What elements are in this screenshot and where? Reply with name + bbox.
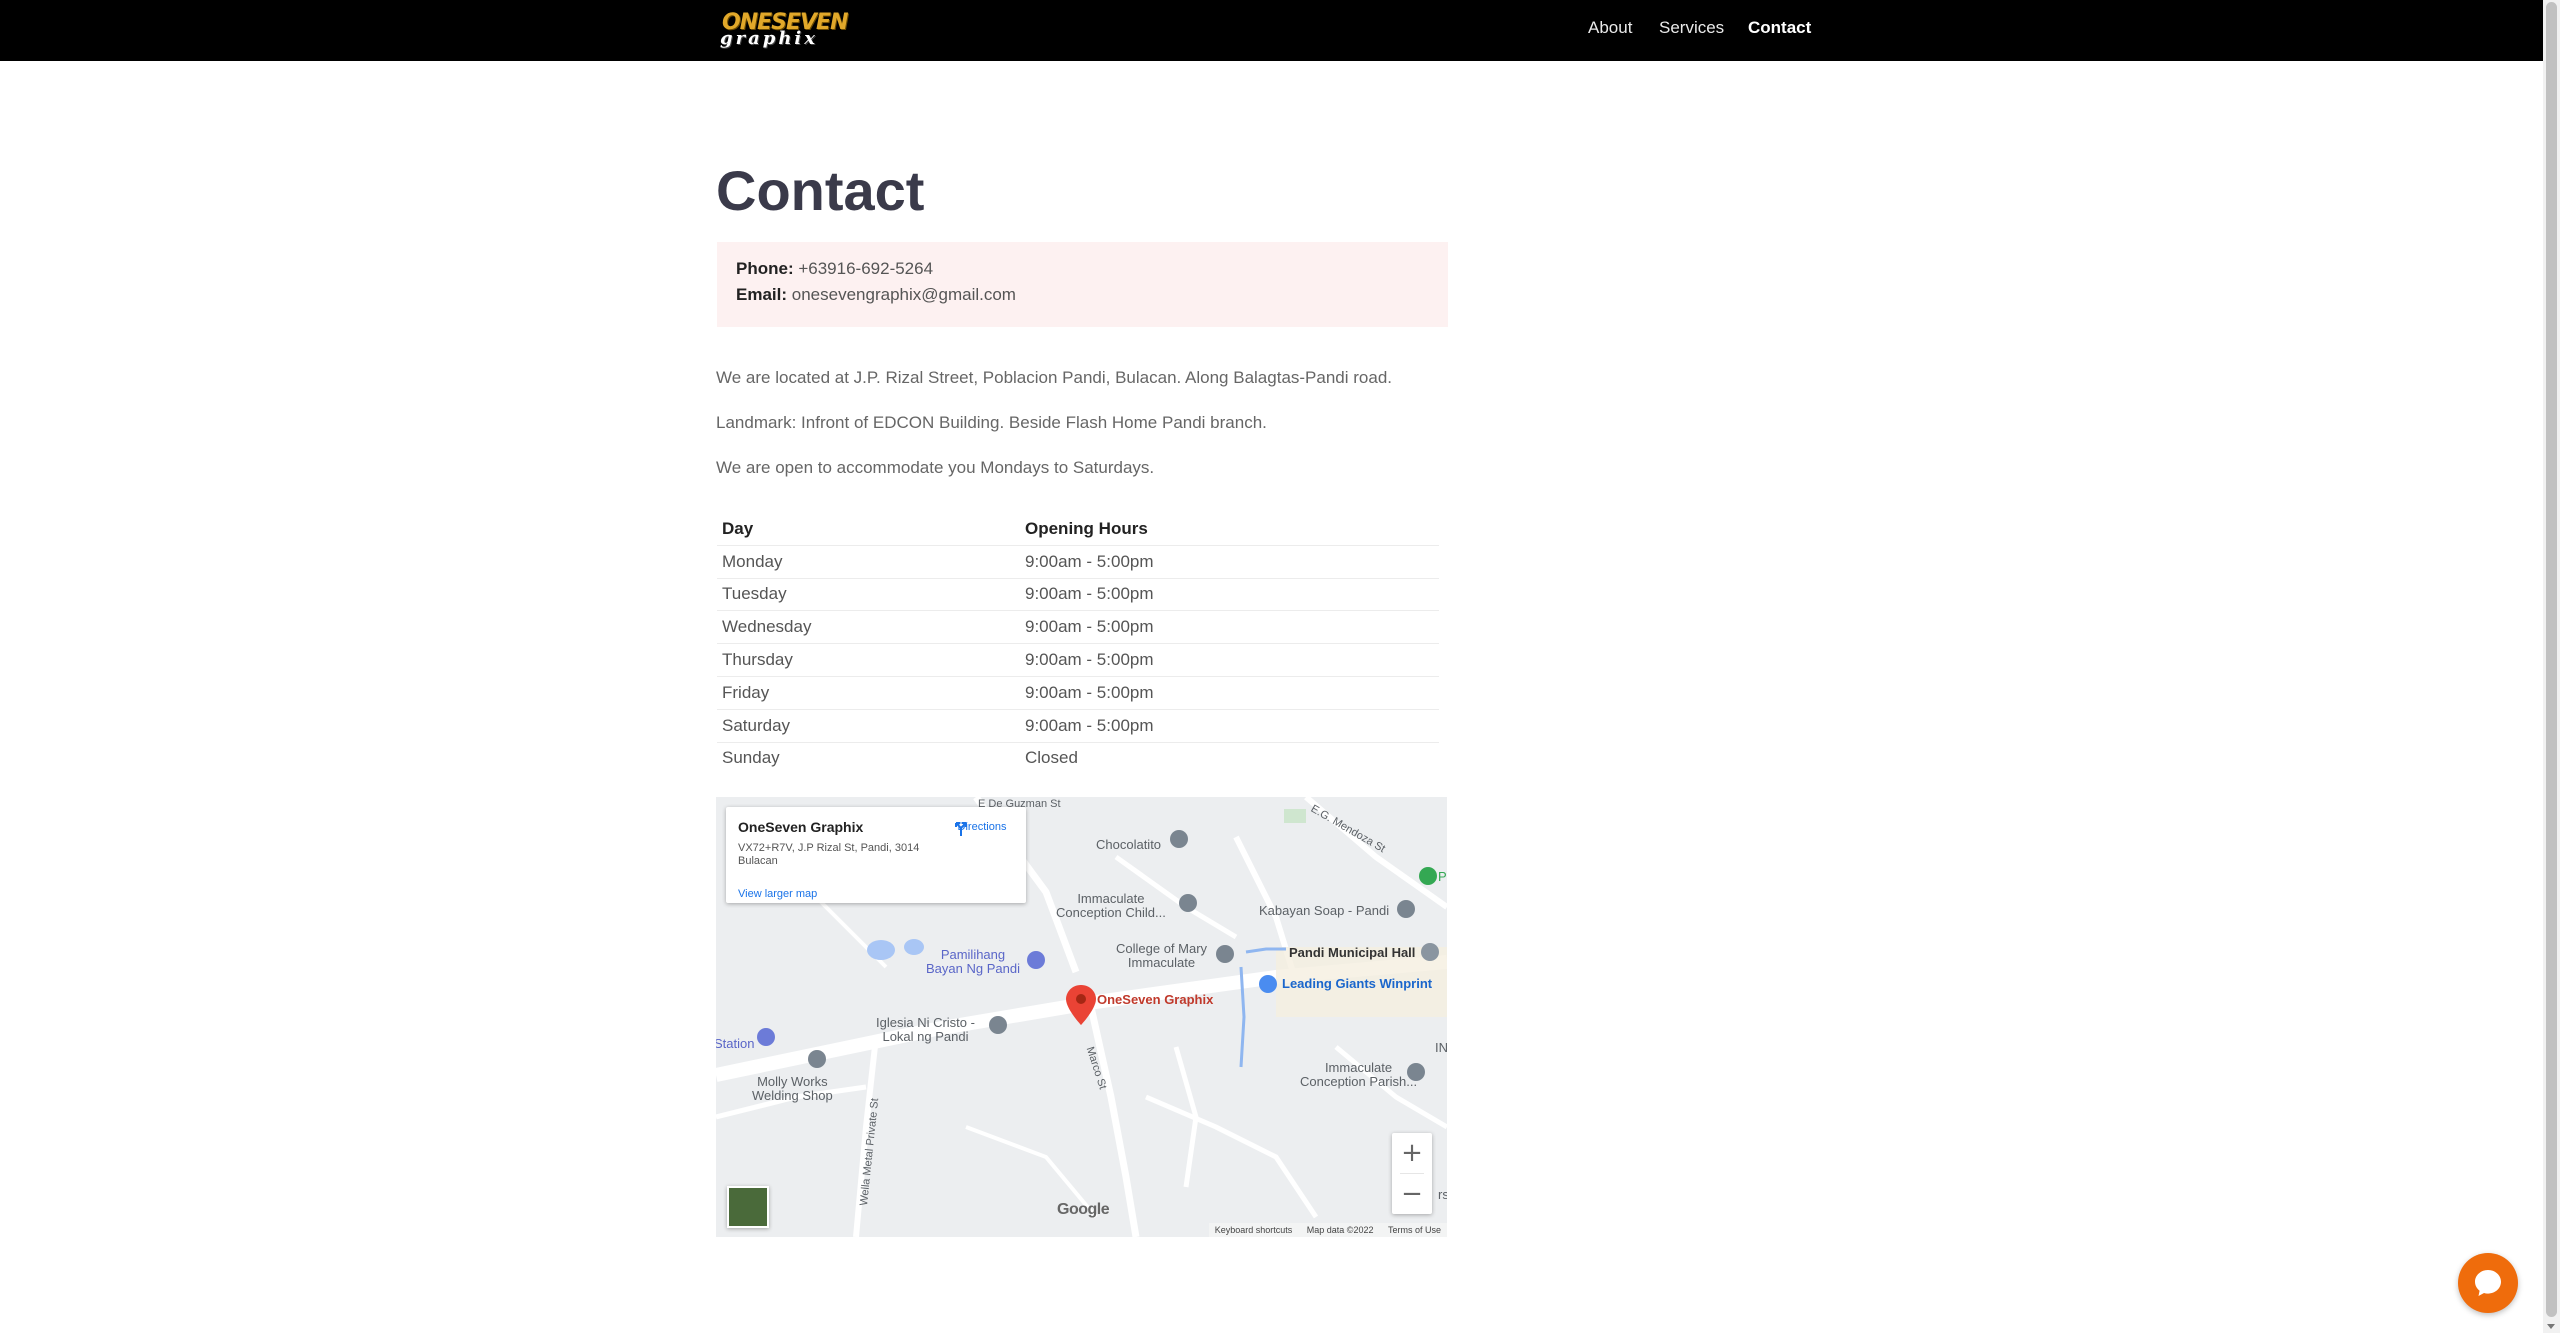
satellite-thumbnail[interactable] bbox=[727, 1186, 769, 1228]
scroll-down-arrow-icon[interactable] bbox=[2547, 1324, 2555, 1329]
schedule-paragraph: We are open to accommodate you Mondays t… bbox=[716, 458, 1155, 477]
map-label-line: Immaculate bbox=[1324, 1060, 1393, 1075]
map-label-immaculate-child[interactable]: Immaculate Conception Child... bbox=[1056, 892, 1166, 920]
map-label-line: Molly Works bbox=[757, 1074, 828, 1089]
table-row: Sunday Closed bbox=[717, 741, 1439, 775]
top-navbar: ONESEVEN graphix About Services Contact bbox=[0, 0, 2543, 61]
phone-value[interactable]: +63916-692-5264 bbox=[798, 259, 933, 278]
day-cell: Saturday bbox=[717, 708, 1020, 743]
chat-icon bbox=[2475, 1270, 2501, 1296]
day-cell: Wednesday bbox=[717, 610, 1020, 644]
map-label-line: College of Mary bbox=[1116, 941, 1208, 956]
location-paragraph: We are located at J.P. Rizal Street, Pob… bbox=[716, 368, 1393, 387]
table-row: Tuesday 9:00am - 5:00pm bbox=[717, 577, 1439, 611]
zoom-out-button[interactable]: − bbox=[1392, 1174, 1432, 1214]
email-label: Email: bbox=[736, 285, 788, 304]
view-larger-map-link[interactable]: View larger map bbox=[738, 888, 817, 900]
hours-cell: 9:00am - 5:00pm bbox=[1020, 643, 1439, 677]
landmark-paragraph: Landmark: Infront of EDCON Building. Bes… bbox=[716, 413, 1267, 432]
table-row: Monday 9:00am - 5:00pm bbox=[717, 544, 1439, 579]
map-data-label: Map data ©2022 bbox=[1306, 1225, 1374, 1235]
nav-contact[interactable]: Contact bbox=[1748, 18, 1811, 38]
table-row: Thursday 9:00am - 5:00pm bbox=[717, 643, 1439, 677]
column-header-hours: Opening Hours bbox=[1025, 518, 1148, 538]
map-label-edge: rs bbox=[1438, 1187, 1447, 1202]
nav-services[interactable]: Services bbox=[1659, 18, 1724, 38]
opening-hours-table: Day Opening Hours Monday 9:00am - 5:00pm… bbox=[717, 513, 1439, 775]
day-cell: Thursday bbox=[717, 643, 1020, 677]
table-row: Friday 9:00am - 5:00pm bbox=[717, 675, 1439, 710]
map-label-line: Iglesia Ni Cristo - bbox=[876, 1015, 975, 1030]
column-header-day: Day bbox=[722, 518, 754, 538]
map-label-line: Conception Child... bbox=[1056, 905, 1166, 920]
day-cell: Tuesday bbox=[717, 577, 1020, 611]
map-label-edge: P bbox=[1438, 869, 1447, 884]
hours-cell: 9:00am - 5:00pm bbox=[1020, 610, 1439, 644]
day-cell: Sunday bbox=[717, 741, 1020, 775]
map-attribution-bar: Keyboard shortcuts Map data ©2022 Terms … bbox=[1208, 1223, 1447, 1237]
phone-label: Phone: bbox=[736, 259, 794, 278]
google-map-embed[interactable]: E De Guzman St E.G. Mendoza St Chocolati… bbox=[716, 797, 1447, 1237]
oneseven-graphix-logo[interactable]: ONESEVEN graphix bbox=[718, 10, 878, 49]
map-label-oneseven[interactable]: OneSeven Graphix bbox=[1097, 993, 1213, 1007]
map-label-line: Conception Parish... bbox=[1300, 1074, 1418, 1089]
map-label-line: Bayan Ng Pandi bbox=[926, 961, 1020, 976]
keyboard-shortcuts-link[interactable]: Keyboard shortcuts bbox=[1209, 1223, 1299, 1235]
phone-line: Phone: +63916-692-5264 bbox=[736, 259, 933, 279]
map-label-chocolatito[interactable]: Chocolatito bbox=[1096, 838, 1161, 852]
email-line: Email: onesevengraphix@gmail.com bbox=[736, 285, 1016, 305]
map-label-station[interactable]: Station bbox=[716, 1037, 754, 1051]
map-place-card: OneSeven Graphix VX72+R7V, J.P Rizal St,… bbox=[726, 807, 1026, 903]
map-label-line: Lokal ng Pandi bbox=[882, 1029, 969, 1044]
hours-cell: 9:00am - 5:00pm bbox=[1020, 577, 1439, 611]
directions-button[interactable]: Directions bbox=[952, 819, 1012, 836]
email-value[interactable]: onesevengraphix@gmail.com bbox=[792, 285, 1016, 304]
map-label-line: Welding Shop bbox=[752, 1088, 833, 1103]
map-label-line: Immaculate bbox=[1077, 891, 1145, 906]
map-label-molly-works[interactable]: Molly Works Welding Shop bbox=[752, 1075, 833, 1103]
map-label-line: Pamilihang bbox=[940, 947, 1006, 962]
table-row: Wednesday 9:00am - 5:00pm bbox=[717, 610, 1439, 644]
place-name: OneSeven Graphix bbox=[738, 819, 864, 835]
page-scrollbar[interactable] bbox=[2543, 0, 2560, 1333]
hours-cell: 9:00am - 5:00pm bbox=[1020, 675, 1439, 710]
place-address: VX72+R7V, J.P Rizal St, Pandi, 3014 Bula… bbox=[738, 842, 920, 867]
map-label-parish[interactable]: Immaculate Conception Parish... bbox=[1300, 1061, 1417, 1089]
hours-cell: Closed bbox=[1020, 741, 1439, 775]
chat-widget-button[interactable] bbox=[2458, 1253, 2518, 1313]
map-label-municipal-hall[interactable]: Pandi Municipal Hall bbox=[1289, 946, 1415, 960]
zoom-in-button[interactable]: + bbox=[1392, 1133, 1432, 1173]
page-title: Contact bbox=[716, 159, 925, 222]
scrollbar-thumb[interactable] bbox=[2546, 2, 2557, 1317]
hours-cell: 9:00am - 5:00pm bbox=[1020, 544, 1439, 579]
map-label-leading-giants[interactable]: Leading Giants Winprint bbox=[1282, 977, 1432, 991]
map-label-kabayan[interactable]: Kabayan Soap - Pandi bbox=[1259, 904, 1389, 918]
map-label-pamilihang[interactable]: Pamilihang Bayan Ng Pandi bbox=[926, 948, 1020, 976]
map-label-college[interactable]: College of Mary Immaculate bbox=[1116, 942, 1207, 970]
contact-info-box: Phone: +63916-692-5264 Email: onesevengr… bbox=[717, 242, 1448, 327]
table-row: Saturday 9:00am - 5:00pm bbox=[717, 708, 1439, 743]
nav-about[interactable]: About bbox=[1588, 18, 1632, 38]
day-cell: Monday bbox=[717, 544, 1020, 579]
hours-cell: 9:00am - 5:00pm bbox=[1020, 708, 1439, 743]
google-logo-text: Google bbox=[1057, 1201, 1110, 1218]
table-header-row: Day Opening Hours bbox=[717, 513, 1439, 545]
directions-icon bbox=[955, 822, 967, 836]
terms-of-use-link[interactable]: Terms of Use bbox=[1382, 1223, 1447, 1235]
logo-line2: graphix bbox=[720, 28, 818, 49]
map-zoom-control: + − bbox=[1392, 1133, 1432, 1214]
google-logo: Google bbox=[1057, 1201, 1110, 1219]
day-cell: Friday bbox=[717, 675, 1020, 710]
map-label-iglesia[interactable]: Iglesia Ni Cristo - Lokal ng Pandi bbox=[876, 1016, 975, 1044]
map-label-edge: IN bbox=[1435, 1040, 1447, 1055]
map-label-line: Immaculate bbox=[1127, 955, 1196, 970]
